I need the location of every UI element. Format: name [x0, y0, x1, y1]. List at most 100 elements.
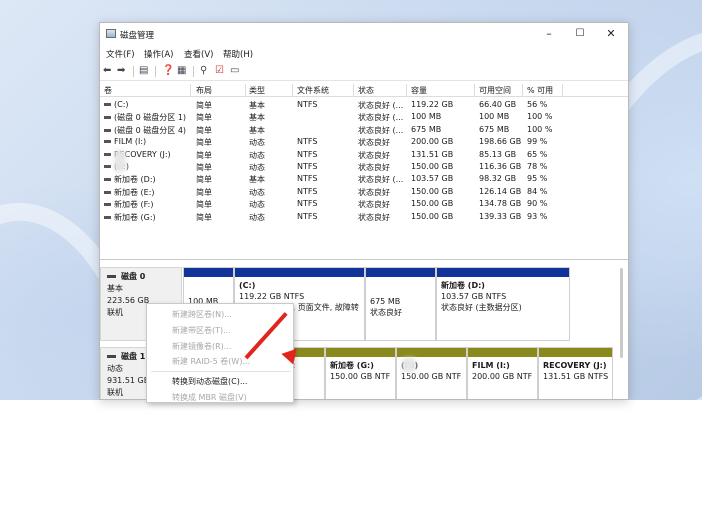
volume-label: 新加卷 (E:) [114, 187, 155, 197]
partition-disk0-recovery[interactable]: 675 MB 状态良好 [365, 267, 436, 341]
volume-cell-status: 状态良好 [358, 187, 390, 197]
console-tree-icon[interactable]: ▤ [139, 65, 148, 77]
volume-cell-free-space: 198.66 GB [479, 137, 522, 147]
menu-item-new-spanned-volume[interactable]: 新建跨区卷(N)... [172, 309, 232, 320]
volume-cell-status: 状态良好 (... [358, 113, 404, 123]
minimize-icon[interactable]: – [541, 26, 557, 42]
privacy-blur [114, 150, 126, 172]
volume-row[interactable]: RECOVERY (J:) 简单 动态 NTFS 状态良好 131.51 GB 85.13 … [100, 149, 628, 161]
volume-label: 新加卷 (D:) [114, 175, 156, 185]
volume-cell-type: 动态 [249, 138, 265, 148]
close-icon[interactable]: ✕ [603, 26, 619, 42]
volume-cell-filesystem: NTFS [297, 199, 318, 209]
volume-row[interactable]: 新加卷 (G:) 简单 动态 NTFS 状态良好 150.00 GB 139.33 GB 93… [100, 211, 628, 223]
volume-cell-volume-name: 新加卷 (F:) [104, 199, 153, 210]
volume-icon [104, 165, 111, 168]
disk-context-menu: 新建跨区卷(N)... 新建带区卷(T)... 新建镜像卷(R)... 新建 R… [146, 303, 294, 403]
volume-row[interactable]: (H:)简单动态NTFS状态良好150.00 GB116.36 GB78 % [100, 161, 628, 173]
menu-action[interactable]: 操作(A) [144, 48, 173, 60]
volume-cell-free-space: 98.32 GB [479, 174, 517, 184]
volume-label: 新加卷 (G:) [114, 212, 156, 222]
volume-cell-type: 动态 [249, 187, 265, 197]
menu-item-convert-to-dynamic-disk[interactable]: 转换到动态磁盘(C)... [172, 376, 247, 387]
volume-cell-volume-name: 新加卷 (D:) [104, 174, 156, 185]
volume-cell-status: 状态良好 [358, 150, 390, 160]
volume-icon [104, 152, 111, 156]
volume-cell-layout: 简单 [196, 175, 212, 185]
menu-item-new-mirrored-volume[interactable]: 新建镜像卷(R)... [172, 341, 231, 352]
volume-icon [104, 178, 111, 182]
volume-cell-volume-name: 新加卷 (E:) [104, 187, 155, 198]
volume-cell-filesystem: NTFS [297, 186, 318, 196]
volume-row[interactable]: (磁盘 0 磁盘分区 1) 简单 基本 状态良好 (... 100 MB 100 MB 10… [100, 111, 628, 123]
partition-d[interactable]: 新加卷 (D:) 103.57 GB NTFS 状态良好 (主数据分区) [436, 267, 570, 341]
volume-row[interactable]: (磁盘 0 磁盘分区 4) 简单 基本 状态良好 (... 675 MB 675 MB 10… [100, 124, 628, 136]
volume-cell-percent-free: 84 % [527, 186, 548, 196]
column-divider [522, 84, 523, 96]
menu-view[interactable]: 查看(V) [184, 48, 213, 60]
volume-cell-volume-name: (磁盘 0 磁盘分区 1) [104, 112, 186, 123]
column-divider [292, 84, 293, 96]
toolbar-separator [155, 66, 156, 77]
partition-name: RECOVERY (J:) [543, 361, 607, 370]
volume-row[interactable]: 新加卷 (E:) 简单 动态 NTFS 状态良好 150.00 GB 126.14 GB 84… [100, 186, 628, 198]
volume-cell-filesystem: NTFS [297, 174, 318, 184]
volume-cell-type: 动态 [249, 163, 265, 172]
connect-icon[interactable]: ⚲ [200, 65, 207, 77]
volume-label: FILM (I:) [114, 137, 147, 147]
volume-cell-percent-free: 93 % [527, 211, 548, 221]
column-header-status[interactable]: 状态 [358, 85, 374, 96]
menu-help[interactable]: 帮助(H) [223, 48, 253, 60]
back-arrow-icon[interactable]: ⬅ [103, 65, 111, 77]
volume-label: (C:) [114, 100, 129, 109]
menu-item-new-striped-volume[interactable]: 新建带区卷(T)... [172, 325, 231, 336]
column-header-free-space[interactable]: 可用空间 [479, 85, 511, 96]
checklist-icon[interactable]: ☑ [215, 65, 224, 77]
disk-name: 磁盘 1 [121, 352, 146, 361]
column-header-layout[interactable]: 布局 [196, 85, 212, 96]
partition-j[interactable]: RECOVERY (J:) 131.51 GB NTFS [538, 347, 613, 399]
partition-h[interactable]: (H:) 150.00 GB NTF [396, 347, 467, 399]
volume-row[interactable]: 新加卷 (D:) 简单 基本 NTFS 状态良好 (... 103.57 GB 98.32 … [100, 173, 628, 185]
volume-cell-layout: 简单 [196, 138, 212, 148]
properties-icon[interactable]: ▦ [177, 65, 186, 77]
column-header-capacity[interactable]: 容量 [411, 85, 427, 96]
maximize-icon[interactable]: ☐ [572, 26, 588, 42]
disk-pane-scrollbar[interactable] [620, 268, 623, 358]
partition-size: 150.00 GB NTF [401, 372, 462, 381]
forward-arrow-icon[interactable]: ➡ [117, 65, 125, 77]
column-header-percent-free[interactable]: % 可用 [527, 85, 553, 96]
partition-size: 103.57 GB NTFS [441, 292, 507, 301]
volume-cell-percent-free: 78 % [527, 162, 548, 171]
view-icon[interactable]: ▭ [230, 65, 239, 77]
volume-row[interactable]: 新加卷 (F:) 简单 动态 NTFS 状态良好 150.00 GB 134.78 GB 90… [100, 198, 628, 210]
volume-cell-volume-name: FILM (I:) [104, 137, 146, 146]
column-header-volume[interactable]: 卷 [104, 85, 112, 96]
volume-cell-percent-free: 95 % [527, 174, 548, 184]
disk-management-icon [106, 29, 116, 38]
partition-size: 150.00 GB NTF [330, 372, 391, 381]
disk-icon [107, 275, 116, 278]
partition-g[interactable]: 新加卷 (G:) 150.00 GB NTF [325, 347, 396, 399]
volume-cell-free-space: 126.14 GB [479, 186, 522, 196]
disk-name: 磁盘 0 [121, 272, 146, 281]
volume-cell-percent-free: 90 % [527, 199, 548, 209]
volume-cell-status: 状态良好 (... [358, 125, 404, 135]
pane-splitter[interactable] [100, 259, 628, 260]
volume-cell-status: 状态良好 [358, 163, 390, 172]
menu-item-new-raid5-volume[interactable]: 新建 RAID-5 卷(W)... [172, 356, 250, 367]
volume-row[interactable]: FILM (I:) 简单 动态 NTFS 状态良好 200.00 GB 198.66 GB 9… [100, 136, 628, 148]
volume-cell-filesystem: NTFS [297, 162, 318, 171]
menu-item-convert-to-mbr-disk[interactable]: 转换成 MBR 磁盘(V) [172, 392, 247, 403]
volume-label: (磁盘 0 磁盘分区 4) [114, 125, 187, 135]
partition-bar [437, 268, 569, 277]
volume-cell-filesystem: NTFS [297, 137, 318, 147]
help-icon[interactable]: ❓ [162, 65, 174, 77]
menu-file[interactable]: 文件(F) [106, 48, 135, 60]
volume-row[interactable]: (C:) 简单 基本 NTFS 状态良好 (... 119.22 GB 66.40 GB 56… [100, 99, 628, 111]
partition-i[interactable]: FILM (I:) 200.00 GB NTF [467, 347, 538, 399]
column-header-filesystem[interactable]: 文件系统 [297, 85, 329, 96]
volume-cell-status: 状态良好 (... [358, 101, 404, 110]
column-header-type[interactable]: 类型 [249, 85, 265, 96]
volume-cell-capacity: 150.00 GB [411, 186, 454, 196]
